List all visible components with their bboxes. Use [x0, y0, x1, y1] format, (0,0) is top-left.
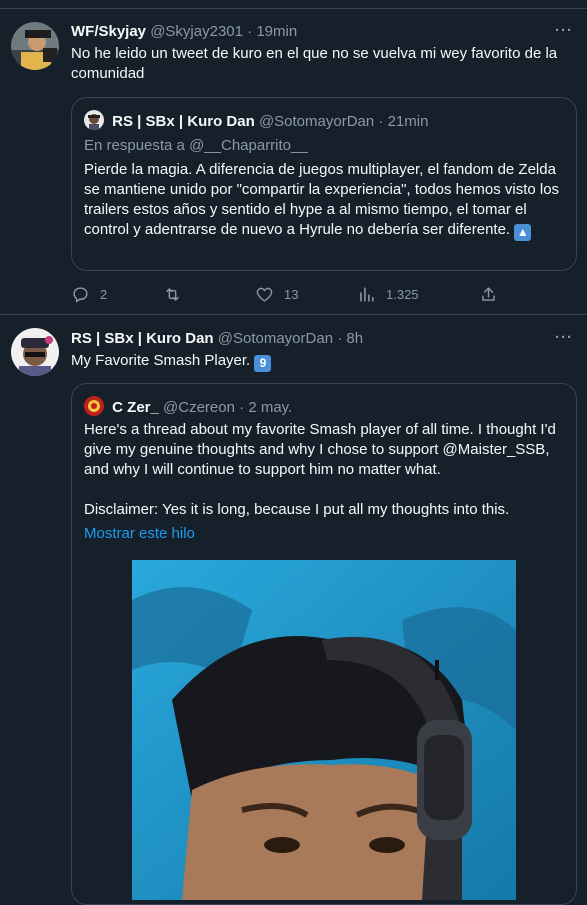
timestamp[interactable]: 19min	[256, 23, 297, 40]
quote-text: Pierde la magia. A diferencia de juegos …	[84, 160, 562, 241]
timestamp[interactable]: 8h	[346, 330, 363, 347]
tweet-text: My Favorite Smash Player. 9	[71, 351, 571, 372]
handle[interactable]: @Skyjay2301	[150, 23, 243, 40]
up-button-emoji: ▲	[514, 224, 532, 241]
display-name[interactable]: WF/Skyjay	[71, 23, 146, 40]
tweet-2[interactable]: RS | SBx | Kuro Dan @SotomayorDan · 8h ·…	[0, 315, 587, 905]
tweet-actions: 2 13 1.325	[71, 276, 541, 312]
quoted-tweet[interactable]: C Zer_ @Czereon · 2 may. Here's a thread…	[71, 383, 577, 905]
more-options-icon[interactable]: ···	[555, 329, 573, 346]
views-count: 1.325	[386, 286, 419, 302]
like-count: 13	[284, 286, 299, 302]
separator-dot: ·	[239, 399, 245, 416]
avatar[interactable]	[11, 328, 59, 376]
separator-dot: ·	[337, 330, 343, 347]
share-icon	[482, 286, 495, 301]
tweet-text-content: My Favorite Smash Player.	[71, 352, 251, 369]
quote-photo[interactable]	[132, 560, 516, 900]
retweet-icon	[166, 287, 179, 301]
reply-count: 2	[100, 286, 108, 302]
quote-disclaimer: Disclaimer: Yes it is long, because I pu…	[84, 501, 510, 518]
quote-text-content: Pierde la magia. A diferencia de juegos …	[84, 161, 560, 238]
more-options-icon[interactable]: ···	[555, 22, 573, 39]
quote-display-name: C Zer_	[112, 399, 159, 416]
separator-dot: ·	[247, 23, 253, 40]
quote-timestamp: 2 may.	[248, 399, 293, 416]
share-button[interactable]	[479, 276, 508, 312]
reply-prefix: En respuesta a	[84, 137, 190, 154]
retweet-button[interactable]	[163, 276, 192, 312]
views-icon	[360, 286, 374, 302]
handle[interactable]: @SotomayorDan	[218, 330, 333, 347]
display-name[interactable]: RS | SBx | Kuro Dan	[71, 330, 214, 347]
tweet-text: No he leido un tweet de kuro en el que n…	[71, 45, 558, 82]
quote-header: C Zer_ @Czereon · 2 may.	[84, 396, 292, 418]
avatar[interactable]	[11, 22, 59, 70]
reply-icon	[73, 286, 88, 302]
quote-avatar	[84, 110, 104, 130]
show-thread-link[interactable]: Mostrar este hilo	[84, 524, 562, 544]
quote-avatar	[84, 396, 104, 416]
views-button[interactable]: 1.325	[357, 276, 419, 312]
tweet-header: WF/Skyjay @Skyjay2301 · 19min	[71, 22, 297, 42]
tweet-1[interactable]: WF/Skyjay @Skyjay2301 · 19min ··· No he …	[0, 0, 587, 314]
quote-timestamp: 21min	[387, 113, 429, 130]
quote-handle: @Czereon	[163, 399, 235, 416]
quote-header: RS | SBx | Kuro Dan @SotomayorDan · 21mi…	[84, 110, 428, 132]
reply-context: En respuesta a @__Chaparrito__	[84, 136, 562, 156]
quoted-tweet[interactable]: RS | SBx | Kuro Dan @SotomayorDan · 21mi…	[71, 97, 577, 271]
reply-button[interactable]: 2	[71, 276, 107, 312]
quote-text: Here's a thread about my favorite Smash …	[84, 421, 556, 478]
like-button[interactable]: 13	[255, 276, 298, 312]
heart-icon	[256, 287, 273, 302]
quote-handle: @SotomayorDan	[258, 113, 375, 130]
quote-display-name: RS | SBx | Kuro Dan	[112, 113, 255, 130]
keycap-emoji: 9	[254, 355, 272, 372]
reply-handle: @__Chaparrito__	[189, 137, 308, 154]
separator-dot: ·	[378, 113, 384, 130]
tweet-header: RS | SBx | Kuro Dan @SotomayorDan · 8h	[71, 329, 363, 349]
